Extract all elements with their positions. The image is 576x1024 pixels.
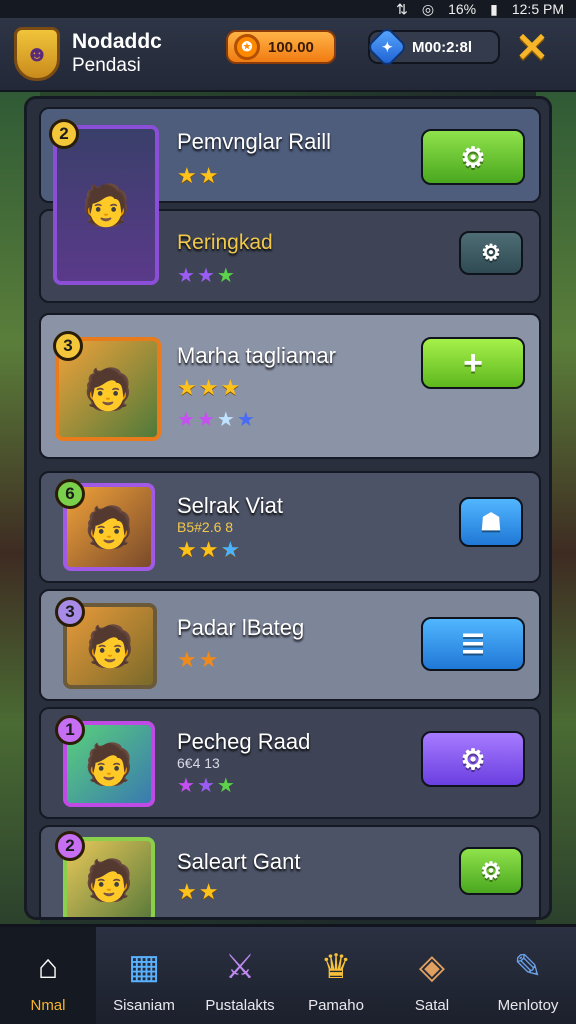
system-status-bar: ⇅ ◎ 16% ▮ 12:5 PM bbox=[0, 0, 576, 18]
hero-avatar-icon: 🧑 bbox=[84, 742, 134, 787]
gear-icon: ⚙ bbox=[480, 857, 502, 885]
hero-stars: ★★★ bbox=[177, 537, 243, 562]
hero-card[interactable]: 🧑 2 Saleart Gant ★★ ⚙ bbox=[39, 825, 541, 917]
clock: 12:5 PM bbox=[511, 1, 564, 17]
squad-icon: ▦ bbox=[127, 948, 161, 986]
hero-list-button[interactable]: ☰ bbox=[421, 617, 525, 671]
hero-stars: ★★ bbox=[177, 879, 221, 904]
hero-level-badge: 2 bbox=[49, 119, 79, 149]
close-button[interactable]: ✕ bbox=[512, 28, 552, 68]
hero-stars: ★★★ bbox=[177, 375, 243, 400]
robot-icon: ☗ bbox=[480, 508, 502, 536]
player-name: Nodaddc Pendasi bbox=[72, 30, 162, 76]
coin-counter[interactable]: ✪ 100.00 bbox=[226, 30, 336, 64]
list-icon: ☰ bbox=[461, 628, 485, 659]
nav-item-rewards[interactable]: ♛ Pamaho bbox=[288, 927, 384, 1024]
hero-stars: ★★ bbox=[177, 163, 221, 188]
hero-avatar-icon: 🧑 bbox=[85, 624, 135, 669]
hero-name: Pecheg Raad bbox=[177, 729, 311, 754]
hero-upgrade-button[interactable]: ⚙ bbox=[421, 731, 525, 787]
hero-card[interactable]: 🧑 3 Marha tagliamar ★★★ ★★★★ + bbox=[39, 313, 541, 459]
hero-portrait[interactable]: 🧑 bbox=[53, 125, 159, 285]
sword-icon: ⚔ bbox=[224, 948, 256, 986]
hero-action-button[interactable]: ☗ bbox=[459, 497, 523, 547]
hero-level-badge: 6 bbox=[55, 479, 85, 509]
hero-level-badge: 2 bbox=[55, 831, 85, 861]
hero-name: Pemvnglar Raill bbox=[177, 129, 332, 154]
hero-avatar-icon: 🧑 bbox=[84, 505, 134, 550]
home-icon: ⌂ bbox=[37, 948, 59, 986]
coin-icon: ✪ bbox=[234, 34, 260, 60]
pencil-icon: ✎ bbox=[513, 948, 543, 986]
hero-level-badge: 3 bbox=[55, 597, 85, 627]
hero-list-panel: Pemvnglar Raill ★★ ⚙ Reringkad ★★★ ⚙ 🧑 2… bbox=[24, 96, 552, 920]
hero-gem-stars: ★★★ bbox=[177, 265, 237, 287]
battery-percent: 16% bbox=[448, 1, 477, 17]
hero-card[interactable]: 🧑 3 Padar lBateg ★★ ☰ bbox=[39, 589, 541, 701]
top-header: ☻ Nodaddc Pendasi ✪ 100.00 ✦ M00:2:8l ✕ bbox=[0, 18, 576, 92]
gem-timer[interactable]: ✦ M00:2:8l bbox=[365, 25, 500, 69]
gem-icon: ✦ bbox=[365, 25, 409, 69]
nav-item-map[interactable]: ◈ Satal bbox=[384, 927, 480, 1024]
hero-settings-button[interactable]: ⚙ bbox=[459, 231, 523, 275]
bottom-navigation: ⌂ Nmal ▦ Sisaniam ⚔ Pustalakts ♛ Pamaho … bbox=[0, 924, 576, 1024]
hero-add-button[interactable]: + bbox=[421, 337, 525, 389]
hero-subtitle: 6€4 13 bbox=[177, 755, 220, 771]
plus-icon: + bbox=[463, 343, 483, 382]
hero-avatar-icon: 🧑 bbox=[84, 858, 134, 903]
gear-icon: ⚙ bbox=[460, 141, 486, 173]
hero-card[interactable]: 🧑 1 Pecheg Raad 6€4 13 ★★★ ⚙ bbox=[39, 707, 541, 819]
player-avatar-shield-icon[interactable]: ☻ bbox=[14, 27, 60, 81]
nav-item-home[interactable]: ⌂ Nmal bbox=[0, 927, 96, 1024]
battery-icon: ▮ bbox=[490, 0, 498, 17]
hero-upgrade-button[interactable]: ⚙ bbox=[459, 847, 523, 895]
gear-icon: ⚙ bbox=[460, 743, 486, 775]
nav-item-squad[interactable]: ▦ Sisaniam bbox=[96, 927, 192, 1024]
hero-avatar-icon: 🧑 bbox=[83, 367, 133, 412]
signal-icon: ⇅ bbox=[396, 0, 408, 17]
gem-timer-value: M00:2:8l bbox=[412, 38, 473, 56]
hero-name: Saleart Gant bbox=[177, 849, 301, 874]
hero-subtitle: B5#2.6 8 bbox=[177, 519, 234, 535]
hero-avatar-icon: 🧑 bbox=[81, 183, 131, 228]
coin-amount: 100.00 bbox=[268, 38, 314, 56]
hero-level-badge: 1 bbox=[55, 715, 85, 745]
hero-name: Marha tagliamar bbox=[177, 343, 336, 368]
hero-gem-stars: ★★★ bbox=[177, 775, 237, 797]
hero-upgrade-button[interactable]: ⚙ bbox=[421, 129, 525, 185]
nav-item-memory[interactable]: ✎ Menlotoy bbox=[480, 927, 576, 1024]
hero-name: Padar lBateg bbox=[177, 615, 305, 640]
hero-card[interactable]: 🧑 6 Selrak Viat B5#2.6 8 ★★★ ☗ bbox=[39, 471, 541, 583]
hero-level-badge: 3 bbox=[53, 331, 83, 361]
hero-stars: ★★ bbox=[177, 647, 221, 672]
trophy-icon: ♛ bbox=[320, 948, 352, 986]
hero-name: Selrak Viat bbox=[177, 493, 283, 518]
hero-name: Reringkad bbox=[177, 231, 273, 254]
map-icon: ◈ bbox=[418, 948, 446, 986]
hero-gem-stars: ★★★★ bbox=[177, 409, 257, 431]
nav-item-battle[interactable]: ⚔ Pustalakts bbox=[192, 927, 288, 1024]
gear-icon: ⚙ bbox=[481, 240, 501, 265]
wifi-icon: ◎ bbox=[421, 0, 435, 17]
